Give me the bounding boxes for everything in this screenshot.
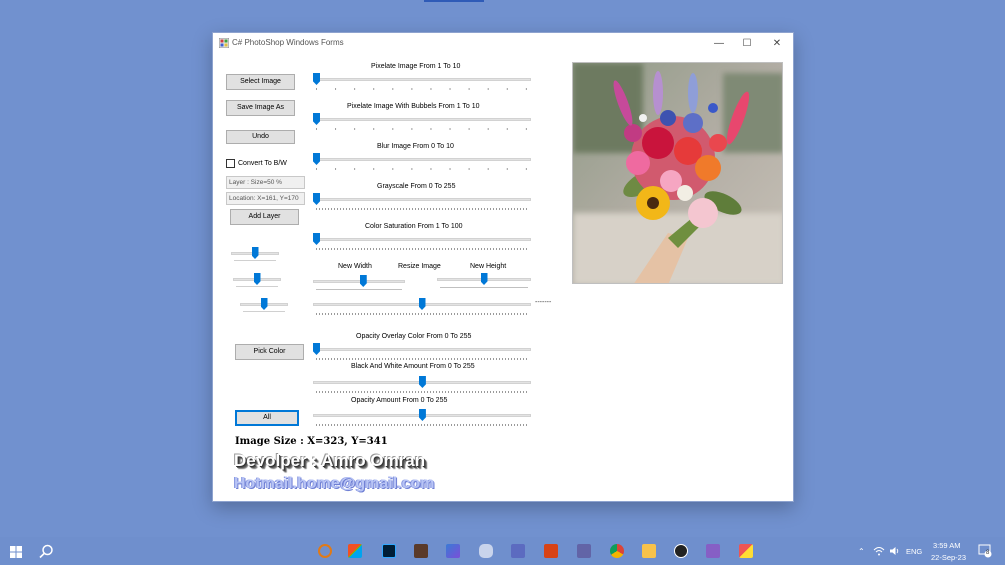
email-text: Hotmail.home@gmail.com bbox=[234, 475, 435, 492]
pixelate-bubbles-label: Pixelate Image With Bubbels From 1 To 10 bbox=[347, 103, 480, 110]
side-slider-2[interactable] bbox=[233, 273, 281, 291]
wifi-icon[interactable] bbox=[873, 546, 885, 556]
visual-studio-icon[interactable] bbox=[706, 544, 720, 558]
minimize-button[interactable]: — bbox=[705, 36, 733, 52]
convert-bw-label: Convert To B/W bbox=[238, 160, 287, 167]
clock-date[interactable]: 22-Sep-23 bbox=[931, 553, 966, 562]
taskbar: ⌃ ENG 3:59 AM 22-Sep-23 8 bbox=[0, 537, 1005, 565]
resize-readout: ------- bbox=[535, 299, 552, 306]
language-indicator[interactable]: ENG bbox=[906, 547, 922, 556]
maximize-button[interactable]: ☐ bbox=[733, 36, 761, 52]
new-height-slider[interactable] bbox=[437, 273, 531, 291]
teams-icon[interactable] bbox=[577, 544, 591, 558]
photoshop-icon[interactable] bbox=[382, 544, 396, 558]
title-bar[interactable]: C# PhotoShop Windows Forms — ☐ ✕ bbox=[213, 33, 793, 55]
store-icon[interactable] bbox=[348, 544, 362, 558]
screen-top-accent bbox=[424, 0, 484, 2]
pixelate-bubbles-slider[interactable] bbox=[313, 113, 531, 131]
all-button[interactable]: All bbox=[235, 410, 299, 426]
chevron-up-icon[interactable]: ⌃ bbox=[858, 547, 865, 556]
grayscale-slider[interactable] bbox=[313, 193, 531, 211]
photo-viewer-icon[interactable] bbox=[414, 544, 428, 558]
opacity-amount-slider[interactable] bbox=[313, 409, 531, 427]
obs-icon[interactable] bbox=[674, 544, 688, 558]
location-field[interactable]: Location: X=161, Y=170 bbox=[226, 192, 305, 205]
new-width-label: New Width bbox=[338, 263, 372, 270]
opacity-overlay-label: Opacity Overlay Color From 0 To 255 bbox=[356, 333, 472, 340]
layer-size-field[interactable]: Layer : Size=50 % bbox=[226, 176, 305, 189]
close-button[interactable]: ✕ bbox=[763, 36, 791, 52]
flower-bouquet-image bbox=[573, 63, 782, 283]
pixelate-label: Pixelate Image From 1 To 10 bbox=[371, 63, 461, 70]
search-icon[interactable] bbox=[39, 544, 54, 559]
side-slider-3[interactable] bbox=[240, 298, 288, 316]
app-icon[interactable] bbox=[446, 544, 460, 558]
image-size-text: Image Size : X=323, Y=341 bbox=[235, 436, 388, 447]
opacity-overlay-slider[interactable] bbox=[313, 343, 531, 361]
blur-slider[interactable] bbox=[313, 153, 531, 171]
saturation-slider[interactable] bbox=[313, 233, 531, 251]
visual-studio-code-icon[interactable] bbox=[511, 544, 525, 558]
blur-label: Blur Image From 0 To 10 bbox=[377, 143, 454, 150]
app-icon bbox=[219, 38, 229, 48]
save-image-as-button[interactable]: Save Image As bbox=[226, 100, 295, 116]
bw-amount-slider[interactable] bbox=[313, 376, 531, 394]
windows-start-icon[interactable] bbox=[10, 546, 22, 558]
search-app-icon[interactable] bbox=[318, 544, 332, 558]
window-title: C# PhotoShop Windows Forms bbox=[232, 38, 344, 47]
bw-amount-label: Black And White Amount From 0 To 255 bbox=[351, 363, 475, 370]
opacity-amount-label: Opacity Amount From 0 To 255 bbox=[351, 397, 448, 404]
resize-image-label: Resize Image bbox=[398, 263, 441, 270]
volume-icon[interactable] bbox=[889, 546, 900, 556]
image-preview[interactable] bbox=[572, 62, 783, 284]
app-window: C# PhotoShop Windows Forms — ☐ ✕ Select … bbox=[212, 32, 794, 502]
side-slider-1[interactable] bbox=[231, 247, 279, 265]
convert-bw-checkbox[interactable] bbox=[226, 159, 235, 168]
notification-count: 8 bbox=[986, 550, 990, 556]
developer-text: Devolper : Amro Omran bbox=[234, 451, 426, 470]
file-explorer-icon[interactable] bbox=[642, 544, 656, 558]
select-image-button[interactable]: Select Image bbox=[226, 74, 295, 90]
add-layer-button[interactable]: Add Layer bbox=[230, 209, 299, 225]
winforms-app-icon[interactable] bbox=[739, 544, 753, 558]
pixelate-slider[interactable] bbox=[313, 73, 531, 91]
chrome-icon[interactable] bbox=[610, 544, 624, 558]
saturation-label: Color Saturation From 1 To 100 bbox=[365, 223, 463, 230]
clock-time[interactable]: 3:59 AM bbox=[933, 541, 961, 550]
tools-icon[interactable] bbox=[544, 544, 558, 558]
resize-image-slider[interactable] bbox=[313, 298, 531, 316]
undo-button[interactable]: Undo bbox=[226, 130, 295, 144]
grayscale-label: Grayscale From 0 To 255 bbox=[377, 183, 456, 190]
new-height-label: New Height bbox=[470, 263, 507, 270]
notification-icon[interactable] bbox=[978, 544, 992, 558]
gamepad-icon[interactable] bbox=[479, 544, 493, 558]
pick-color-button[interactable]: Pick Color bbox=[235, 344, 304, 360]
new-width-slider[interactable] bbox=[313, 275, 405, 293]
